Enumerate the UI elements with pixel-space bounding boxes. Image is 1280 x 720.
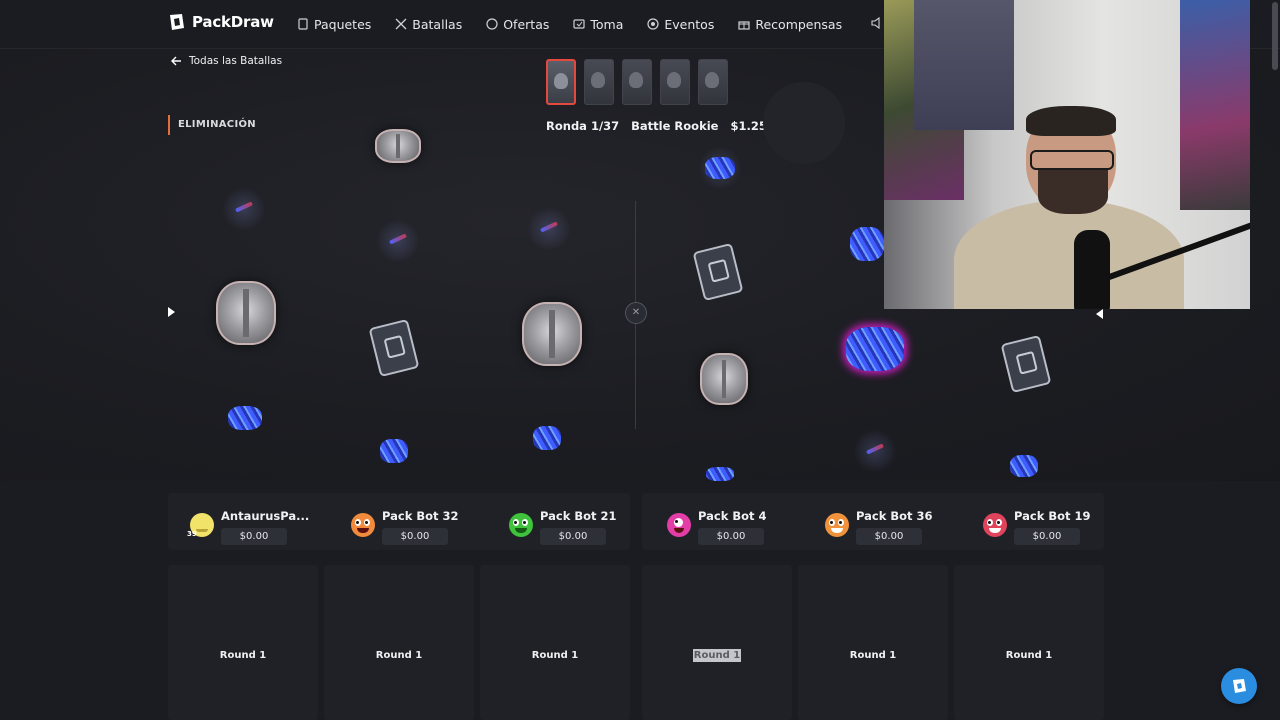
draw-icon	[573, 19, 585, 29]
play-icon[interactable]	[168, 307, 175, 317]
player-balance: $0.00	[698, 528, 764, 545]
nav-item-label: Recompensas	[755, 16, 843, 32]
nav-item-toma[interactable]: Toma	[573, 17, 623, 32]
pack-thumbnail[interactable]	[622, 59, 652, 105]
avatar	[351, 513, 375, 537]
chat-icon	[1233, 679, 1246, 693]
reel-item-emblem	[700, 353, 748, 405]
pack-thumbnails	[546, 59, 728, 105]
arrow-left-icon	[171, 56, 181, 66]
round-card: Round 1	[642, 565, 792, 720]
reel-item-emblem	[216, 281, 276, 345]
reel-item-cards	[1000, 334, 1052, 394]
nav-item-batallas[interactable]: Batallas	[395, 17, 462, 32]
pack-thumbnail[interactable]	[698, 59, 728, 105]
player-name: Pack Bot 4	[698, 509, 767, 523]
scrollbar[interactable]	[1272, 2, 1278, 70]
player-name: Pack Bot 32	[382, 509, 459, 523]
player-name: AntaurusPa...	[221, 509, 310, 523]
round-label: Round 1	[375, 650, 423, 661]
player-balance: $0.00	[856, 528, 922, 545]
box-icon	[298, 18, 308, 30]
round-label: Round 1	[642, 649, 792, 662]
nav-item-label: Batallas	[412, 16, 463, 32]
nav-item-label: Eventos	[664, 16, 715, 32]
player-slot[interactable]: 39 AntaurusPa... $0.00	[168, 493, 318, 550]
pack-thumbnail[interactable]	[660, 59, 690, 105]
nav-item-paquetes[interactable]: Paquetes	[297, 17, 371, 32]
nav-item-label: Ofertas	[503, 16, 550, 32]
player-slot[interactable]: Pack Bot 36 $0.00	[803, 493, 953, 550]
level-badge: 39	[187, 530, 197, 538]
reel-item-bundle	[533, 426, 561, 450]
events-icon	[647, 18, 659, 30]
player-slot[interactable]: Pack Bot 32 $0.00	[329, 493, 479, 550]
nav-item-label: Paquetes	[314, 16, 372, 32]
player-name: Pack Bot 19	[1014, 509, 1091, 523]
reel-item-bundle	[846, 327, 904, 371]
reel-item-emblem	[522, 302, 582, 366]
pack-name: Battle Rookie	[631, 119, 719, 133]
microphone-icon	[1074, 230, 1110, 309]
avatar	[667, 513, 691, 537]
versus-icon: ✕	[625, 302, 647, 324]
round-card: Round 1	[168, 565, 318, 720]
wall-art	[1180, 0, 1250, 210]
logo-icon	[170, 14, 184, 30]
back-link[interactable]: Todas las Batallas	[170, 55, 282, 67]
round-label: Round 1	[849, 650, 897, 661]
round-label: Round 1	[531, 650, 579, 661]
round-card: Round 1	[954, 565, 1104, 720]
reel-item-emblem	[375, 129, 421, 163]
round-card: Round 1	[798, 565, 948, 720]
nav-item-ofertas[interactable]: Ofertas	[486, 17, 549, 32]
player-slot[interactable]: Pack Bot 21 $0.00	[487, 493, 637, 550]
nav-item-recompensas[interactable]: Recompensas	[738, 17, 842, 32]
streamer	[934, 106, 1250, 309]
gift-icon	[738, 21, 750, 30]
avatar	[983, 513, 1007, 537]
pack-thumbnail[interactable]	[546, 59, 576, 105]
player-balance: $0.00	[540, 528, 606, 545]
nav-item-eventos[interactable]: Eventos	[647, 17, 714, 32]
player-slot[interactable]: Pack Bot 19 $0.00	[961, 493, 1111, 550]
player-balance: $0.00	[221, 528, 287, 545]
player-name: Pack Bot 21	[540, 509, 617, 523]
player-slot[interactable]: Pack Bot 4 $0.00	[645, 493, 795, 550]
player-balance: $0.00	[382, 528, 448, 545]
pack-price: $1.25	[730, 119, 767, 133]
reel-item-cards	[692, 242, 744, 302]
pack-thumbnail[interactable]	[584, 59, 614, 105]
player-name: Pack Bot 36	[856, 509, 933, 523]
webcam-overlay	[884, 0, 1250, 309]
reel-item-cards	[368, 318, 420, 378]
avatar	[509, 513, 533, 537]
reel-item-bundle	[706, 467, 734, 481]
reel-item-bundle	[850, 227, 884, 261]
round-label: Round 1	[1005, 650, 1053, 661]
reel-item-bundle	[1010, 455, 1038, 477]
logo[interactable]: PackDraw	[168, 13, 274, 31]
offers-icon	[486, 18, 498, 30]
chat-button[interactable]	[1221, 668, 1257, 704]
round-label: Round 1	[219, 650, 267, 661]
reel-item-bundle	[228, 406, 262, 430]
battle-mode-label: ELIMINACIÓN	[168, 115, 256, 135]
round-card: Round 1	[324, 565, 474, 720]
reel-item-bundle	[705, 157, 735, 179]
avatar	[825, 513, 849, 537]
speaker-icon[interactable]	[871, 16, 883, 30]
round-counter: Ronda 1/37	[546, 119, 620, 133]
back-link-label: Todas las Batallas	[189, 55, 283, 67]
nav-item-label: Toma	[590, 16, 624, 32]
swords-icon	[395, 18, 407, 30]
background-decoration	[763, 82, 845, 164]
round-card: Round 1	[480, 565, 630, 720]
round-info: Ronda 1/37 Battle Rookie $1.25	[546, 119, 767, 133]
reel-item-bundle	[380, 439, 408, 463]
player-balance: $0.00	[1014, 528, 1080, 545]
round-label-text: Round 1	[692, 649, 742, 662]
brand-name: PackDraw	[192, 13, 274, 31]
reel-pointer-icon	[1096, 309, 1103, 319]
